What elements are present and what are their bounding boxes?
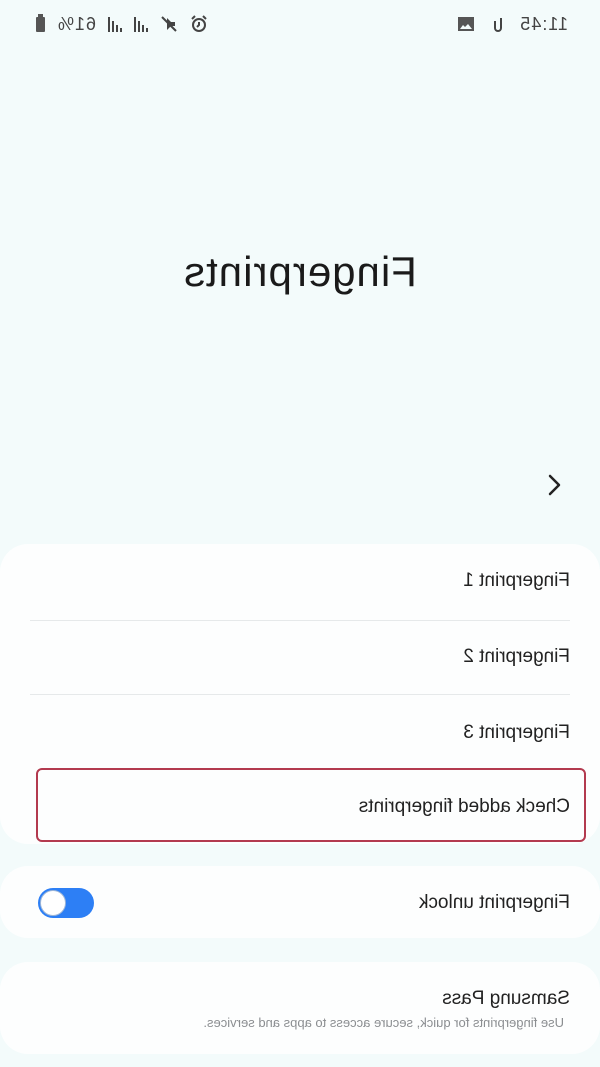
status-bar: 11:45 61% [0, 0, 600, 48]
alarm-icon [190, 15, 208, 33]
signal-icon [108, 16, 123, 32]
list-item-fingerprint-1[interactable]: Fingerprint 1 [36, 570, 570, 592]
chevron-left-icon [548, 474, 561, 496]
page-title: Fingerprints [183, 248, 417, 295]
samsung-pass-description: Use fingerprints for quick, secure acces… [203, 1015, 564, 1030]
selection-highlight [36, 768, 586, 842]
image-icon [457, 16, 475, 32]
status-right: 61% [36, 12, 208, 36]
status-time: 11:45 [519, 13, 568, 34]
fingerprint-unlock-label: Fingerprint unlock [418, 892, 570, 913]
signal-icon [134, 16, 149, 32]
battery-icon [36, 16, 45, 32]
mute-icon [160, 15, 178, 33]
back-button[interactable] [540, 470, 568, 500]
status-left: 11:45 [457, 12, 568, 36]
list-item-fingerprint-3[interactable]: Fingerprint 3 [36, 722, 570, 744]
screen: 11:45 61% Fingerprints Fingerprint 1 Fin… [0, 0, 600, 1067]
samsung-pass-title: Samsung Pass [442, 988, 570, 1009]
list-item-fingerprint-2[interactable]: Fingerprint 2 [36, 646, 570, 668]
divider [30, 694, 570, 695]
link-icon [489, 15, 507, 33]
fingerprint-unlock-toggle[interactable] [38, 888, 94, 918]
battery-percentage: 61% [57, 13, 97, 34]
divider [30, 620, 570, 621]
toggle-knob [40, 890, 66, 916]
